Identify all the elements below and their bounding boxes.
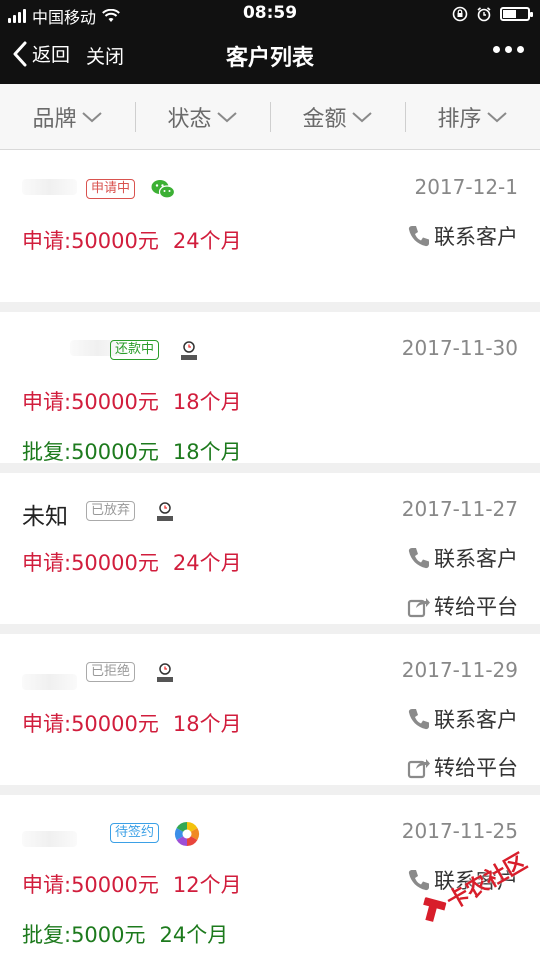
transfer-platform-button[interactable]: 转给平台 <box>406 752 518 782</box>
customer-date: 2017-11-27 <box>401 497 518 521</box>
approve-line: 批复:50000元 18个月 <box>22 436 242 466</box>
back-button[interactable]: 返回 <box>12 40 70 67</box>
approve-amount: 批复:5000元 <box>22 923 146 947</box>
apply-line: 申请:50000元 18个月 <box>22 386 242 416</box>
apply-term: 18个月 <box>172 390 242 414</box>
apply-amount: 申请:50000元 <box>22 390 159 414</box>
apply-amount: 申请:50000元 <box>22 551 159 575</box>
customer-name: 未知 <box>22 504 68 530</box>
filter-bar: 品牌 状态 金额 排序 <box>0 84 540 150</box>
status-badge: 已拒绝 <box>86 662 136 682</box>
battery-icon <box>500 7 533 21</box>
apply-term: 12个月 <box>172 873 242 897</box>
phone-icon <box>408 709 429 730</box>
apply-amount: 申请:50000元 <box>22 712 159 736</box>
apply-amount: 申请:50000元 <box>22 873 159 897</box>
status-right <box>452 6 533 22</box>
blurred-name <box>22 179 77 195</box>
contact-customer-button[interactable]: 联系客户 <box>406 221 518 251</box>
status-badge: 申请中 <box>86 179 136 199</box>
alarm-app-icon <box>181 341 197 360</box>
apply-line: 申请:50000元 24个月 <box>22 547 242 577</box>
rotation-lock-icon <box>452 6 468 22</box>
chevron-down-icon <box>486 111 507 122</box>
apply-line: 申请:50000元 24个月 <box>22 225 242 255</box>
alarm-app-icon <box>157 502 173 521</box>
apply-amount: 申请:50000元 <box>22 229 159 253</box>
customer-list: 申请中 2017-12-1 申请:50000元 24个月 联系客户 还款中 201… <box>0 151 540 956</box>
blurred-name <box>22 674 77 690</box>
contact-label: 联系客户 <box>434 708 518 732</box>
wechat-icon <box>151 180 176 199</box>
status-badge: 待签约 <box>110 823 160 843</box>
phone-icon <box>408 226 429 247</box>
blurred-name <box>22 831 77 847</box>
transfer-platform-button[interactable]: 转给平台 <box>406 591 518 621</box>
dot-icon <box>493 46 500 53</box>
customer-card[interactable]: 已拒绝 2017-11-29 申请:50000元 18个月 联系客户 转给平台 <box>0 634 540 795</box>
filter-label: 品牌 <box>32 106 77 132</box>
approve-line: 批复:5000元 24个月 <box>22 919 228 949</box>
contact-customer-button[interactable]: 联系客户 <box>406 704 518 734</box>
approve-term: 18个月 <box>172 440 242 464</box>
chevron-left-icon <box>13 41 27 66</box>
page-title: 客户列表 <box>225 46 314 71</box>
close-button[interactable]: 关闭 <box>86 42 124 69</box>
filter-brand[interactable]: 品牌 <box>0 84 135 149</box>
customer-card[interactable]: 申请中 2017-12-1 申请:50000元 24个月 联系客户 <box>0 151 540 312</box>
customer-date: 2017-11-30 <box>401 336 518 360</box>
filter-sort[interactable]: 排序 <box>405 84 540 149</box>
approve-amount: 批复:50000元 <box>22 440 159 464</box>
chevron-down-icon <box>81 111 102 122</box>
apply-term: 24个月 <box>172 229 242 253</box>
apply-line: 申请:50000元 12个月 <box>22 869 242 899</box>
status-badge: 已放弃 <box>86 501 136 521</box>
filter-amount[interactable]: 金额 <box>270 84 405 149</box>
customer-card[interactable]: 还款中 2017-11-30 申请:50000元 18个月 批复:50000元 18… <box>0 312 540 473</box>
apply-term: 24个月 <box>172 551 242 575</box>
alarm-app-icon <box>157 663 173 682</box>
filter-status[interactable]: 状态 <box>135 84 270 149</box>
aperture-icon <box>174 822 200 846</box>
alarm-icon <box>477 7 491 22</box>
back-label: 返回 <box>32 44 71 66</box>
approve-term: 24个月 <box>159 923 229 947</box>
customer-date: 2017-12-1 <box>414 175 518 199</box>
contact-label: 联系客户 <box>434 225 518 249</box>
nav-bar: 返回 关闭 客户列表 <box>0 28 540 84</box>
share-icon <box>407 598 430 618</box>
dot-icon <box>505 46 512 53</box>
status-badge: 还款中 <box>110 340 160 360</box>
dot-icon <box>517 46 524 53</box>
transfer-label: 转给平台 <box>434 595 518 619</box>
share-icon <box>407 759 430 779</box>
contact-customer-button[interactable]: 联系客户 <box>406 543 518 573</box>
contact-label: 联系客户 <box>434 547 518 571</box>
transfer-label: 转给平台 <box>434 756 518 780</box>
customer-date: 2017-11-29 <box>401 658 518 682</box>
filter-label: 排序 <box>437 106 482 132</box>
more-button[interactable] <box>493 46 524 53</box>
apply-term: 18个月 <box>172 712 242 736</box>
chevron-down-icon <box>216 111 237 122</box>
filter-label: 状态 <box>167 106 212 132</box>
phone-icon <box>408 870 429 891</box>
chevron-down-icon <box>351 111 372 122</box>
status-bar: 中国移动 08:59 <box>0 0 540 28</box>
customer-card[interactable]: 未知 已放弃 2017-11-27 申请:50000元 24个月 联系客户 转给平… <box>0 473 540 634</box>
filter-label: 金额 <box>302 106 347 132</box>
apply-line: 申请:50000元 18个月 <box>22 708 242 738</box>
phone-icon <box>408 548 429 569</box>
customer-date: 2017-11-25 <box>401 819 518 843</box>
